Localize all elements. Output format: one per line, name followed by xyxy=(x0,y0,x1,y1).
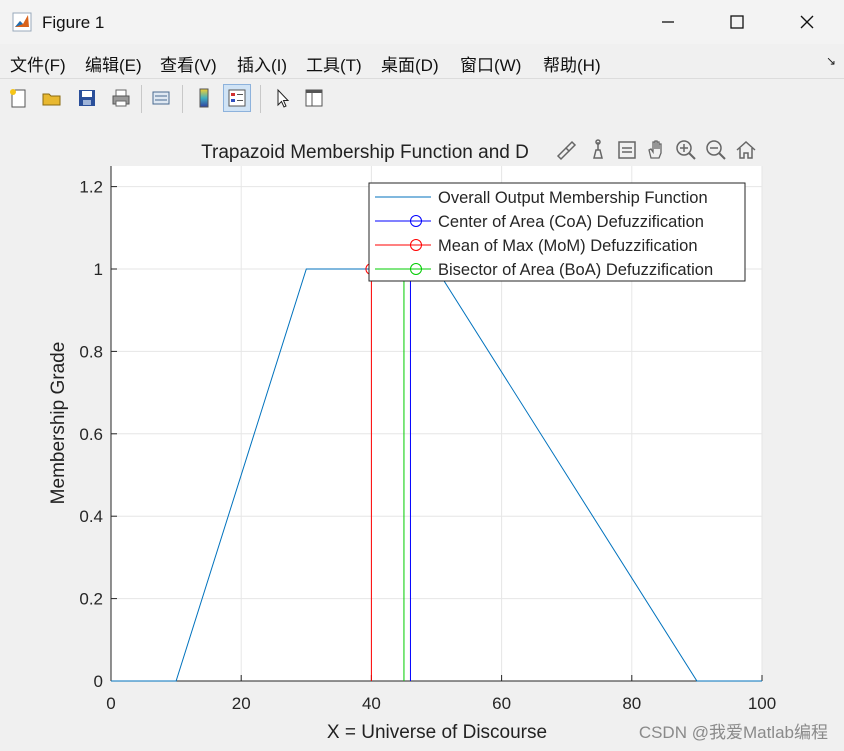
x-tick-label: 20 xyxy=(232,694,251,713)
y-tick-label: 0.8 xyxy=(79,342,103,361)
zoom-out-icon[interactable] xyxy=(703,136,729,164)
y-axis-label: Membership Grade xyxy=(48,342,69,505)
y-tick-label: 0.4 xyxy=(79,507,103,526)
watermark: CSDN @我爱Matlab编程 xyxy=(638,723,828,742)
data-tips-icon[interactable] xyxy=(585,136,611,164)
zoom-in-icon[interactable] xyxy=(673,136,699,164)
x-tick-label: 0 xyxy=(106,694,115,713)
y-tick-label: 0 xyxy=(94,672,103,691)
x-tick-label: 100 xyxy=(748,694,776,713)
brush-icon[interactable] xyxy=(553,136,579,164)
x-tick-label: 80 xyxy=(622,694,641,713)
axes-export-icon[interactable] xyxy=(614,136,640,164)
pan-icon[interactable] xyxy=(643,136,669,164)
legend-entry: Mean of Max (MoM) Defuzzification xyxy=(438,237,698,255)
legend-entry: Bisector of Area (BoA) Defuzzification xyxy=(438,261,713,279)
y-tick-label: 0.2 xyxy=(79,590,103,609)
restore-view-icon[interactable] xyxy=(733,136,759,164)
chart-title: Trapazoid Membership Function and D xyxy=(201,142,529,163)
x-tick-label: 40 xyxy=(362,694,381,713)
x-axis-label: X = Universe of Discourse xyxy=(327,722,547,743)
y-tick-label: 0.6 xyxy=(79,425,103,444)
x-tick-label: 60 xyxy=(492,694,511,713)
y-tick-label: 1 xyxy=(94,260,103,279)
y-tick-label: 1.2 xyxy=(79,178,103,197)
chart-svg: 0 20 40 60 80 100 0 0.2 0.4 0.6 0.8 1 1.2 Trapazoid … xyxy=(48,142,776,743)
legend[interactable]: Overall Output Membership Function Center… xyxy=(368,182,746,282)
figure-window: Figure 1 文件(F) 编辑(E) 查看(V) 插入(I) 工具(T) 桌… xyxy=(0,0,844,751)
legend-entry: Overall Output Membership Function xyxy=(438,189,708,207)
legend-entry: Center of Area (CoA) Defuzzification xyxy=(438,213,704,231)
